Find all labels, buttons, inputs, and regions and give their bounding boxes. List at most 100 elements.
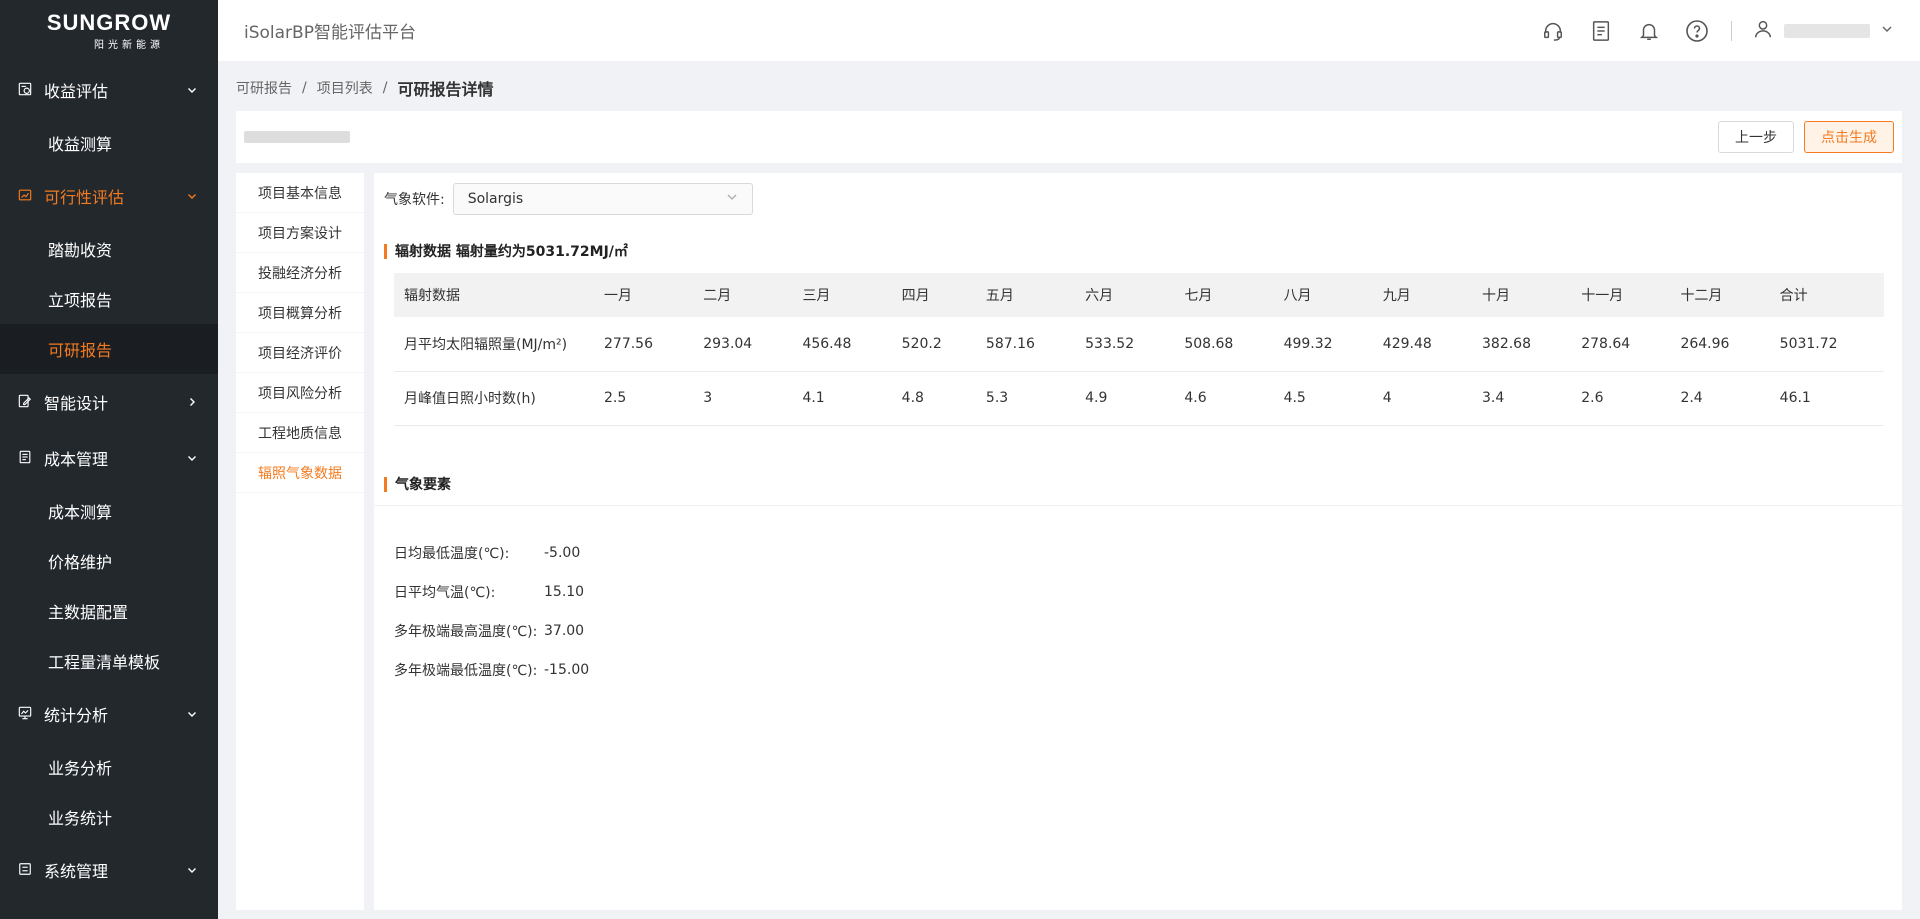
chevron-down-icon (186, 452, 198, 464)
logo-brand: SUNGROW (46, 9, 172, 35)
tab-item[interactable]: 工程地质信息 (236, 413, 364, 453)
sidebar-group-3[interactable]: 成本管理 (0, 430, 218, 486)
sidebar-item[interactable]: 工程量清单模板 (0, 636, 218, 686)
table-row: 月峰值日照小时数(h) 2.5 3 4.1 4.8 5.3 4.9 4.6 4.5 4 3.4 2.6… (394, 371, 1884, 425)
system-icon (18, 862, 34, 878)
table-cell: 3.4 (1482, 390, 1505, 406)
cost-icon (18, 450, 34, 466)
tab-item[interactable]: 项目基本信息 (236, 173, 364, 213)
headset-icon[interactable] (1539, 17, 1567, 45)
prev-step-button[interactable]: 上一步 (1718, 121, 1794, 153)
project-name-redacted (244, 131, 350, 143)
breadcrumb-link-project-list[interactable]: 项目列表 (317, 78, 373, 98)
sidebar: SUNGROW 阳光新能源 收益评估收益测算可行性评估踏勘收资 立项报告 可研报告智… (0, 0, 218, 919)
table-cell: 4.1 (802, 390, 825, 406)
table-header-cell: 四月 (901, 288, 930, 304)
weather-software-value: Solargis (467, 191, 524, 207)
meteorology-value: 15.10 (544, 583, 585, 600)
tab-item[interactable]: 项目方案设计 (236, 213, 364, 253)
table-header-cell: 六月 (1085, 288, 1114, 304)
table-cell: 520.2 (901, 335, 942, 352)
generate-button[interactable]: 点击生成 (1804, 121, 1894, 153)
meteorology-list: 日均最低温度(℃): -5.00 日平均气温(℃): 15.10 多年极端最高温度(℃)… (394, 533, 589, 689)
tab-item[interactable]: 投融经济分析 (236, 253, 364, 293)
breadcrumb-separator: / (382, 80, 388, 96)
sidebar-group-5[interactable]: 系统管理 (0, 842, 218, 898)
user-menu[interactable] (1752, 18, 1894, 44)
meteorology-row: 多年极端最高温度(℃): 37.00 (394, 611, 589, 650)
document-icon[interactable] (1587, 17, 1615, 45)
table-cell: 429.48 (1382, 335, 1432, 352)
chevron-down-icon (186, 864, 198, 876)
meteorology-section-title: 气象要素 (384, 474, 451, 494)
table-header-cell: 八月 (1283, 288, 1312, 304)
meteorology-label: 多年极端最低温度(℃): (394, 662, 538, 679)
table-header-row: 辐射数据 一月 二月 三月 四月 五月 六月 七月 八月 九月 十月 十一月 十二月 合计 (394, 273, 1884, 317)
table-cell: 278.64 (1581, 335, 1631, 352)
meteorology-label: 多年极端最高温度(℃): (394, 623, 538, 640)
breadcrumb-separator: / (302, 80, 307, 96)
app-title: iSolarBP智能评估平台 (244, 23, 416, 43)
feasibility-icon (18, 188, 34, 204)
table-cell: 508.68 (1184, 335, 1234, 352)
sidebar-group-label: 收益评估 (44, 82, 109, 101)
sidebar-item[interactable]: 业务分析 (0, 742, 218, 792)
chevron-down-icon (186, 84, 198, 96)
sidebar-item[interactable]: 主数据配置 (0, 586, 218, 636)
help-icon[interactable] (1683, 17, 1711, 45)
chevron-down-icon (1880, 21, 1894, 40)
table-header-cell: 三月 (802, 288, 831, 304)
radiation-section-title: 辐射数据 辐射量约为5031.72MJ/㎡ (384, 241, 628, 261)
chevron-down-icon (186, 190, 198, 202)
sidebar-item[interactable]: 立项报告 (0, 274, 218, 324)
top-header: iSolarBP智能评估平台 (218, 0, 1920, 61)
sidebar-group-label: 智能设计 (44, 394, 109, 413)
stats-icon (18, 706, 34, 722)
breadcrumb-current: 可研报告详情 (397, 80, 494, 99)
table-header-cell: 一月 (604, 288, 632, 304)
table-cell: 月平均太阳辐照量(MJ/m²) (404, 336, 568, 353)
meteorology-value: -15.00 (544, 661, 590, 678)
table-cell: 4.8 (901, 390, 924, 406)
section-tabs: 项目基本信息 项目方案设计 投融经济分析 项目概算分析 项目经济评价 项目风险分析 工程地质… (236, 173, 364, 910)
sidebar-group-4[interactable]: 统计分析 (0, 686, 218, 742)
section-marker (384, 243, 387, 259)
action-bar: 上一步 点击生成 (236, 111, 1902, 163)
table-cell: 499.32 (1283, 335, 1333, 352)
table-cell: 2.5 (604, 390, 627, 406)
table-cell: 382.68 (1482, 335, 1531, 352)
sidebar-group-0[interactable]: 收益评估 (0, 62, 218, 118)
table-cell: 4.5 (1283, 390, 1306, 406)
weather-software-row: 气象软件: Solargis (384, 183, 753, 215)
table-cell: 264.96 (1680, 335, 1730, 352)
bell-icon[interactable] (1635, 17, 1663, 45)
tab-item[interactable]: 辐照气象数据 (236, 453, 364, 493)
table-cell: 587.16 (985, 335, 1035, 352)
sidebar-item[interactable]: 可研报告 (0, 324, 218, 374)
sidebar-item[interactable]: 价格维护 (0, 536, 218, 586)
sidebar-item[interactable]: 业务统计 (0, 792, 218, 842)
breadcrumb-link-feasibility-report[interactable]: 可研报告 (236, 78, 292, 98)
sidebar-group-1[interactable]: 可行性评估 (0, 168, 218, 224)
table-header-cell: 九月 (1382, 288, 1411, 304)
sidebar-group-label: 可行性评估 (44, 188, 125, 207)
meteorology-row: 多年极端最低温度(℃): -15.00 (394, 650, 589, 689)
table-cell: 46.1 (1779, 390, 1811, 406)
tab-item[interactable]: 项目经济评价 (236, 333, 364, 373)
table-header-cell: 十二月 (1680, 288, 1723, 304)
logo-subtitle: 阳光新能源 (94, 39, 164, 51)
user-icon (1752, 18, 1774, 44)
chevron-right-icon (186, 396, 198, 408)
table-cell: 277.56 (604, 335, 653, 352)
weather-software-select[interactable]: Solargis (452, 183, 753, 215)
sidebar-group-2[interactable]: 智能设计 (0, 374, 218, 430)
table-header-cell: 十一月 (1581, 288, 1624, 304)
sidebar-item[interactable]: 成本测算 (0, 486, 218, 536)
tab-item[interactable]: 项目概算分析 (236, 293, 364, 333)
radiation-table: 辐射数据 一月 二月 三月 四月 五月 六月 七月 八月 九月 十月 十一月 十二月 合计 月平均太阳辐照… (394, 273, 1884, 426)
table-header-cell: 辐射数据 (404, 288, 460, 304)
tab-item[interactable]: 项目风险分析 (236, 373, 364, 413)
sidebar-item[interactable]: 踏勘收资 (0, 224, 218, 274)
sidebar-item[interactable]: 收益测算 (0, 118, 218, 168)
table-header-cell: 合计 (1779, 288, 1808, 304)
